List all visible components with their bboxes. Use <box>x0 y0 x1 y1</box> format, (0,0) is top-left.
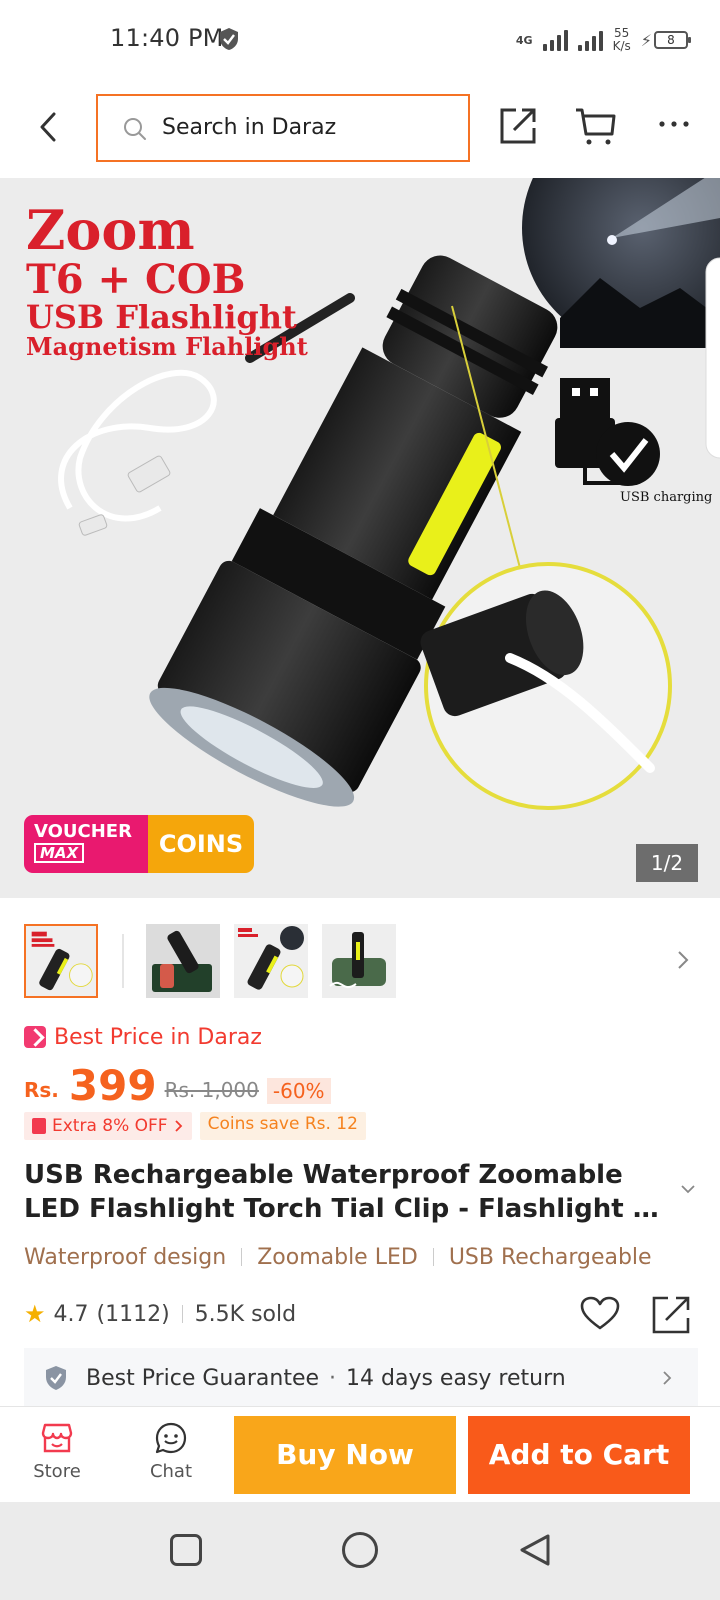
share-icon[interactable] <box>652 1294 692 1334</box>
product-image-carousel[interactable]: Zoom T6 + COB USB Flashlight Magnetism F… <box>0 178 720 898</box>
search-input[interactable]: Search in Daraz <box>96 94 470 162</box>
coins-label: COINS <box>148 815 254 873</box>
speed-unit: K/s <box>612 39 631 53</box>
price-row: Rs. 399 Rs. 1,000 -60% <box>24 1058 331 1110</box>
signal-2-icon <box>577 29 603 51</box>
rating-value: 4.7 <box>53 1301 89 1327</box>
add-to-cart-button[interactable]: Add to Cart <box>468 1416 690 1494</box>
battery-level: 8 <box>654 31 691 49</box>
thumbnail-1[interactable] <box>24 924 98 998</box>
chevron-right-icon[interactable] <box>676 948 690 972</box>
hero-title-line2: T6 + COB <box>26 255 246 303</box>
search-placeholder: Search in Daraz <box>162 115 337 140</box>
more-icon[interactable] <box>654 104 694 144</box>
feature-tags: Waterproof design Zoomable LED USB Recha… <box>24 1240 652 1274</box>
system-nav-bar <box>0 1502 720 1600</box>
hero-title: Zoom T6 + COB USB Flashlight Magnetism F… <box>26 198 308 362</box>
best-price-banner: Best Price in Daraz <box>24 1022 262 1052</box>
current-price: 399 <box>68 1061 157 1110</box>
store-icon <box>41 1423 73 1453</box>
chat-icon <box>155 1422 187 1454</box>
thumbnail-2[interactable] <box>146 924 220 998</box>
voucher-icon <box>32 1118 46 1134</box>
thumbnail-4[interactable] <box>322 924 396 998</box>
original-price: Rs. 1,000 <box>164 1078 259 1102</box>
product-title-line2: LED Flashlight Torch Tial Clip - Flashli… <box>24 1194 674 1224</box>
best-price-guarantee: Best Price Guarantee <box>86 1365 320 1391</box>
charging-icon: ⚡ <box>640 30 652 50</box>
feature-tag: USB Rechargeable <box>448 1244 652 1270</box>
best-price-label: Best Price in Daraz <box>54 1024 262 1050</box>
thumbnail-3[interactable] <box>234 924 308 998</box>
extra-off-promo[interactable]: Extra 8% OFF <box>24 1112 192 1140</box>
heart-icon[interactable] <box>580 1296 620 1332</box>
signal-icon <box>542 29 568 51</box>
home-icon[interactable] <box>342 1532 378 1568</box>
easy-return-label: 14 days easy return <box>346 1365 566 1391</box>
hero-title-line4: Magnetism Flahlight <box>26 332 308 362</box>
hero-title-line1: Zoom <box>26 198 195 262</box>
store-label: Store <box>33 1461 81 1482</box>
search-icon <box>124 118 146 140</box>
bottom-action-bar: Store Chat Buy Now Add to Cart <box>0 1406 720 1502</box>
system-back-icon[interactable] <box>518 1532 552 1568</box>
sold-count: 5.5K sold <box>194 1301 297 1327</box>
usb-charging-label: USB charging <box>620 490 713 505</box>
thumbnail-strip <box>0 924 720 1004</box>
buy-now-button[interactable]: Buy Now <box>234 1416 456 1494</box>
product-title-line1: USB Rechargeable Waterproof Zoomable <box>24 1160 623 1190</box>
store-button[interactable]: Store <box>24 1421 90 1491</box>
chat-button[interactable]: Chat <box>138 1421 204 1491</box>
feature-tag: Waterproof design <box>24 1244 227 1270</box>
recent-apps-icon[interactable] <box>170 1534 202 1566</box>
network-type: 4G <box>515 33 533 47</box>
chevron-down-icon[interactable] <box>680 1184 696 1194</box>
best-price-icon <box>24 1026 46 1048</box>
thumbnail-separator <box>122 934 124 988</box>
battery-icon: ⚡ 8 <box>640 30 691 50</box>
status-indicators: 4G 55 K/s ⚡ 8 <box>515 22 691 58</box>
network-speed: 55 K/s <box>613 27 631 53</box>
voucher-max-label: VOUCHER MAX <box>24 815 148 873</box>
extra-off-label: Extra 8% OFF <box>52 1116 168 1136</box>
voucher-coins-badge: VOUCHER MAX COINS <box>24 815 254 873</box>
shield-check-icon <box>46 1366 66 1390</box>
chevron-right-icon <box>663 1371 672 1385</box>
review-count: (1112) <box>96 1301 170 1327</box>
product-title: USB Rechargeable Waterproof Zoomable LED… <box>24 1158 674 1226</box>
chat-label: Chat <box>149 1461 193 1482</box>
status-time: 11:40 PM <box>110 24 224 52</box>
guarantee-row[interactable]: Best Price Guarantee · 14 days easy retu… <box>24 1348 698 1408</box>
feature-tag: Zoomable LED <box>257 1244 418 1270</box>
promo-row: Extra 8% OFF Coins save Rs. 12 <box>24 1112 366 1140</box>
chevron-right-icon <box>174 1120 182 1132</box>
status-bar: 11:40 PM 4G 55 K/s ⚡ 8 <box>0 0 720 80</box>
price-currency: Rs. <box>24 1078 59 1102</box>
voucher-label: VOUCHER <box>34 821 132 842</box>
guarantee-separator: · <box>329 1365 337 1391</box>
coins-save-promo[interactable]: Coins save Rs. 12 <box>199 1112 366 1140</box>
image-page-indicator: 1/2 <box>636 844 698 882</box>
voucher-max: MAX <box>34 843 85 863</box>
hero-title-line3: USB Flashlight <box>26 297 297 336</box>
top-nav: Search in Daraz <box>0 80 720 176</box>
star-icon: ★ <box>24 1300 46 1328</box>
back-icon[interactable] <box>28 102 68 152</box>
rating-row[interactable]: ★ 4.7 (1112) 5.5K sold <box>24 1296 296 1332</box>
discount-badge: -60% <box>266 1078 331 1104</box>
shield-status-icon <box>220 28 238 50</box>
share-icon[interactable] <box>498 104 540 146</box>
cart-icon[interactable] <box>574 104 618 148</box>
